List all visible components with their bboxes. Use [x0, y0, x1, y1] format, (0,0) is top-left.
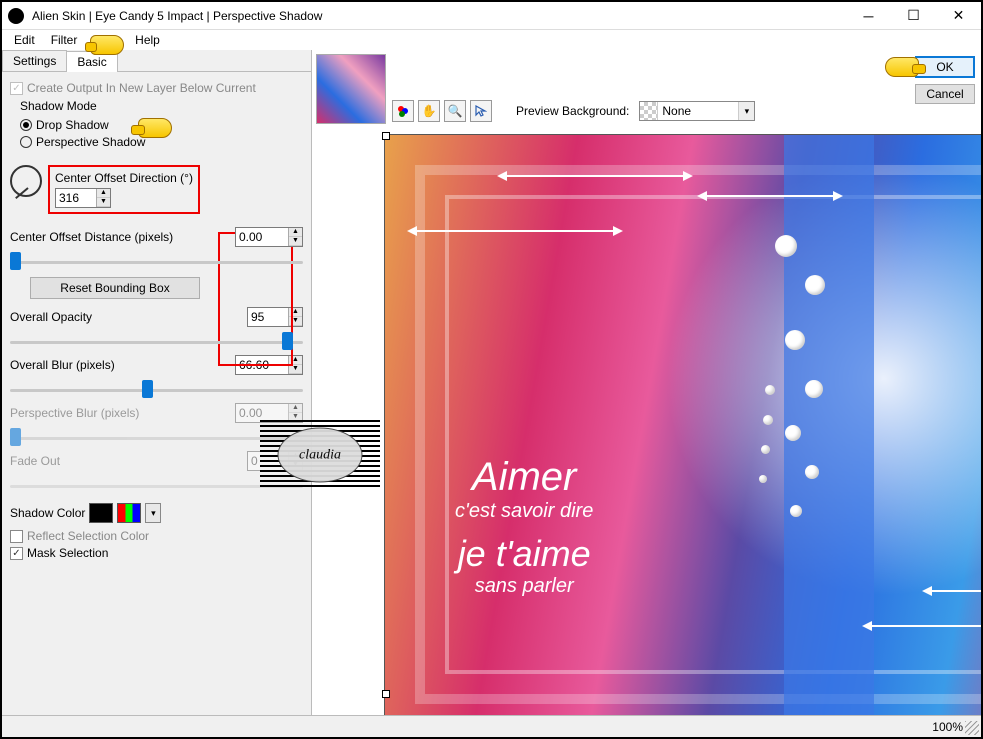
window-controls: ─ ☐ ✕	[846, 2, 981, 30]
overall-blur-label: Overall Blur (pixels)	[10, 358, 115, 372]
reflect-selection-color-label: Reflect Selection Color	[27, 529, 149, 543]
reflect-selection-color-checkbox[interactable]	[10, 530, 23, 543]
menu-filter[interactable]: Filter	[43, 31, 86, 49]
overall-blur-slider[interactable]	[142, 380, 153, 398]
mask-selection-label: Mask Selection	[27, 546, 108, 560]
direction-dial[interactable]	[10, 165, 42, 197]
hand-pointer-icon	[90, 35, 124, 55]
color-picker-icon[interactable]	[117, 503, 141, 523]
tab-settings[interactable]: Settings	[2, 50, 67, 71]
color-dropdown-arrow[interactable]: ▾	[145, 503, 161, 523]
minimize-button[interactable]: ─	[846, 2, 891, 30]
shadow-color-label: Shadow Color	[10, 506, 85, 520]
shadow-mode-label: Shadow Mode	[20, 99, 303, 113]
thumbnail-preview[interactable]	[316, 54, 386, 124]
preview-area: ✋ 🔍 Preview Background: None ▾ OK Cancel	[312, 50, 981, 715]
perspective-shadow-radio[interactable]	[20, 136, 32, 148]
preview-background-label: Preview Background:	[516, 104, 629, 118]
zoom-tool-icon[interactable]: 🔍	[444, 100, 466, 122]
maximize-button[interactable]: ☐	[891, 2, 936, 30]
menu-edit[interactable]: Edit	[6, 31, 43, 49]
tab-bar: Settings Basic	[2, 50, 311, 72]
settings-panel: Settings Basic ✓ Create Output In New La…	[2, 50, 312, 715]
menu-help[interactable]: Help	[127, 31, 168, 49]
preview-toolbar: ✋ 🔍 Preview Background: None ▾	[392, 100, 755, 122]
perspective-blur-label: Perspective Blur (pixels)	[10, 406, 139, 420]
titlebar: Alien Skin | Eye Candy 5 Impact | Perspe…	[2, 2, 981, 30]
create-output-checkbox: ✓	[10, 82, 23, 95]
canvas[interactable]: Aimer c'est savoir dire je t'aime sans p…	[312, 130, 981, 715]
pointer-tool-icon[interactable]	[470, 100, 492, 122]
mask-selection-checkbox[interactable]: ✓	[10, 547, 23, 560]
perspective-shadow-label: Perspective Shadow	[36, 135, 145, 149]
zoom-level: 100%	[932, 720, 963, 734]
close-button[interactable]: ✕	[936, 2, 981, 30]
highlight-box: Center Offset Direction (°) ▲▼	[48, 165, 200, 214]
create-output-label: Create Output In New Layer Below Current	[27, 81, 256, 95]
center-offset-distance-input[interactable]	[236, 228, 288, 246]
transparency-swatch-icon	[640, 102, 658, 120]
perspective-blur-slider	[10, 428, 21, 446]
color-tool-icon[interactable]	[392, 100, 414, 122]
resize-grip[interactable]	[965, 721, 979, 735]
drop-shadow-radio[interactable]	[20, 119, 32, 131]
hand-pointer-icon	[885, 57, 919, 77]
menubar: Edit Filter View Help	[2, 30, 981, 50]
center-offset-distance-slider[interactable]	[10, 252, 21, 270]
selection-handle[interactable]	[382, 690, 390, 698]
pan-tool-icon[interactable]: ✋	[418, 100, 440, 122]
center-offset-direction-label: Center Offset Direction (°)	[55, 171, 193, 185]
cancel-button[interactable]: Cancel	[915, 84, 975, 104]
watermark: claudia	[260, 420, 380, 490]
center-offset-distance-spinner[interactable]: ▲▼	[235, 227, 303, 247]
center-offset-distance-label: Center Offset Distance (pixels)	[10, 230, 173, 244]
drop-shadow-label: Drop Shadow	[36, 118, 109, 132]
statusbar: 100%	[2, 715, 981, 737]
overall-opacity-label: Overall Opacity	[10, 310, 92, 324]
reset-bounding-box-button[interactable]: Reset Bounding Box	[30, 277, 200, 299]
app-icon	[8, 8, 24, 24]
artwork-text: Aimer c'est savoir dire je t'aime sans p…	[455, 455, 593, 598]
preview-image: Aimer c'est savoir dire je t'aime sans p…	[384, 134, 981, 715]
fade-out-label: Fade Out	[10, 454, 60, 468]
selection-handle[interactable]	[382, 132, 390, 140]
preview-background-value: None	[658, 102, 738, 120]
overall-opacity-slider[interactable]	[282, 332, 293, 350]
center-offset-direction-input[interactable]	[56, 189, 96, 207]
window-title: Alien Skin | Eye Candy 5 Impact | Perspe…	[30, 9, 846, 23]
center-offset-direction-spinner[interactable]: ▲▼	[55, 188, 111, 208]
hand-pointer-icon	[138, 118, 172, 138]
shadow-color-swatch[interactable]	[89, 503, 113, 523]
chevron-down-icon[interactable]: ▾	[738, 102, 754, 120]
preview-background-select[interactable]: None ▾	[639, 101, 755, 121]
